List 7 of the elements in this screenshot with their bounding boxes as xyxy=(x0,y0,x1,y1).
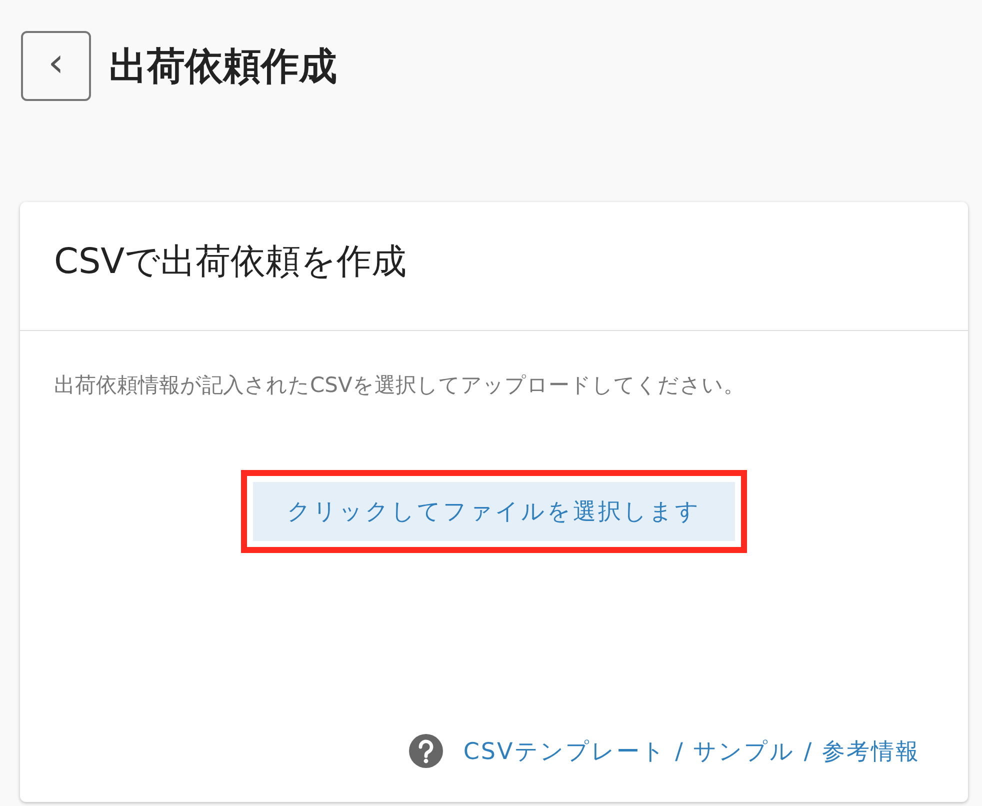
help-icon xyxy=(409,734,444,768)
card-title: CSVで出荷依頼を作成 xyxy=(20,202,968,331)
back-button[interactable]: ‹ xyxy=(21,31,91,101)
description-text: 出荷依頼情報が記入されたCSVを選択してアップロードしてください。 xyxy=(53,372,746,399)
help-link[interactable]: CSVテンプレート / サンプル / 参考情報 xyxy=(463,736,920,766)
file-select-button[interactable]: クリックしてファイルを選択します xyxy=(253,482,735,541)
page-title: 出荷依頼作成 xyxy=(109,42,337,90)
